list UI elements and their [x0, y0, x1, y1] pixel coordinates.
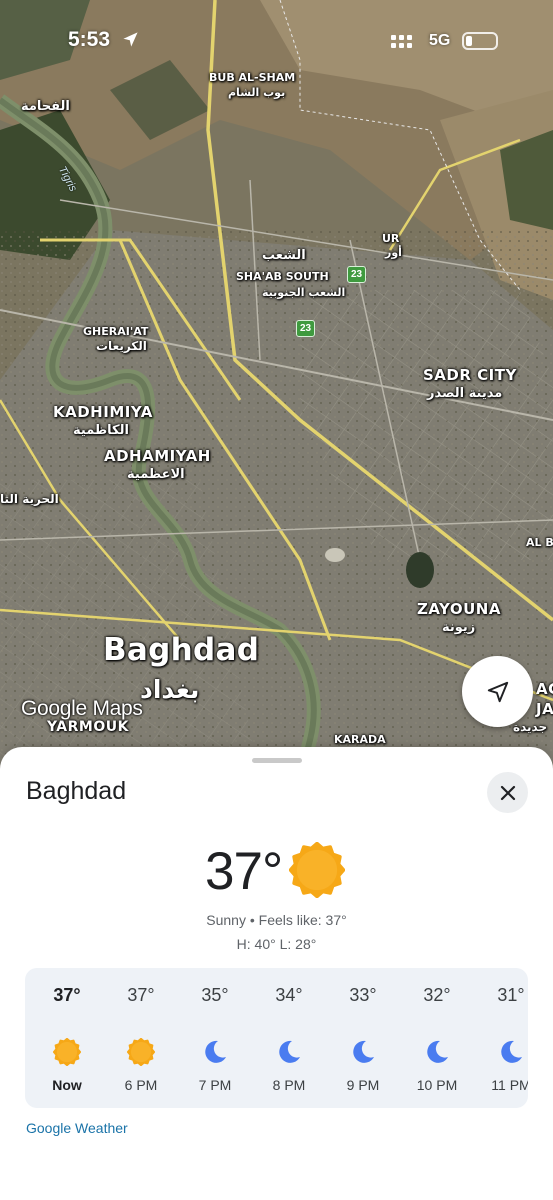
map-label-kadhimiya: KADHIMIYA	[53, 403, 153, 421]
map-label-sadr-city-ar: مدينة الصدر	[427, 386, 503, 401]
map-label-adhamiyah-ar: الاعظمية	[127, 467, 185, 482]
map-label-zayouna: ZAYOUNA	[417, 600, 501, 618]
map-label-baghdad: Baghdad	[103, 632, 260, 668]
map-label-adhamiyah: ADHAMIYAH	[104, 447, 211, 465]
hourly-time: 9 PM	[346, 1077, 380, 1093]
map-label-ur: UR	[382, 232, 400, 245]
map-label-kadhimiya-ar: الكاظمية	[73, 423, 129, 438]
hourly-item: 34° 8 PM	[254, 968, 324, 1108]
hourly-temp: 34°	[275, 985, 303, 1005]
hourly-temp: 33°	[349, 985, 377, 1005]
close-button[interactable]	[487, 772, 528, 813]
battery-icon	[462, 32, 498, 50]
map-label-edge-ag: AG	[536, 680, 553, 698]
hourly-temp: 31°	[497, 985, 525, 1005]
hourly-item: 32° 10 PM	[402, 968, 472, 1108]
hourly-forecast-card[interactable]: 37° Now 37° 6 PM 35° 7 PM 34° 8 PM 33° 9…	[25, 968, 528, 1108]
hourly-temp: 32°	[423, 985, 451, 1005]
map-label-shaab-south-ar: الشعب الجنوبية	[262, 286, 346, 299]
close-icon	[500, 785, 515, 800]
hourly-temp: 35°	[201, 985, 229, 1005]
cellular-signal-icon	[391, 35, 412, 48]
high-low-temperature: H: 40° L: 28°	[236, 936, 317, 952]
battery-level	[466, 36, 472, 46]
satellite-map[interactable]: BUB AL-SHAM بوب الشام الفحامة Tigris الش…	[0, 0, 553, 780]
map-label-ur-ar: أور	[385, 246, 402, 259]
map-label-zayouna-ar: زيونة	[442, 620, 476, 635]
map-label-gherai-at-ar: الكريعات	[96, 339, 147, 353]
google-weather-link[interactable]: Google Weather	[26, 1120, 128, 1136]
sun-icon	[289, 842, 345, 898]
map-label-bub-al-sham: BUB AL-SHAM	[209, 71, 296, 84]
hourly-temp: 37°	[53, 985, 81, 1005]
moon-icon	[501, 1040, 522, 1063]
hourly-time: 10 PM	[416, 1077, 458, 1093]
map-label-fahama-ar: الفحامة	[21, 99, 70, 114]
hourly-time: 6 PM	[124, 1077, 158, 1093]
map-label-edge-ar: جديدة	[513, 720, 548, 734]
map-label-al-b: AL B	[526, 536, 553, 549]
sun-icon	[127, 1038, 155, 1066]
current-temperature: 37°	[205, 842, 283, 901]
map-label-shaab-ar: الشعب	[262, 248, 306, 263]
hourly-item: 37° Now	[32, 968, 102, 1108]
route-shield-23: 23	[296, 320, 315, 337]
route-shield-23: 23	[347, 266, 366, 283]
moon-icon	[279, 1040, 300, 1063]
map-label-baghdad-ar: بغداد	[140, 675, 200, 704]
screen: BUB AL-SHAM بوب الشام الفحامة Tigris الش…	[0, 0, 553, 1200]
hourly-time: Now	[52, 1077, 82, 1093]
hourly-time: 8 PM	[272, 1077, 306, 1093]
map-label-hurriya-ar: الحرية الثا	[0, 492, 59, 506]
hourly-item: 33° 9 PM	[328, 968, 398, 1108]
map-label-bub-al-sham-ar: بوب الشام	[228, 86, 286, 99]
moon-icon	[205, 1040, 226, 1063]
hourly-time: 11 PM	[491, 1077, 528, 1093]
hourly-item: 35° 7 PM	[180, 968, 250, 1108]
map-label-shaab-south: SHA'AB SOUTH	[236, 270, 329, 283]
drag-handle[interactable]	[252, 758, 302, 763]
place-title: Baghdad	[26, 777, 127, 805]
weather-bottom-sheet: Baghdad 37° Sunny • Feels like: 37° H: 4…	[0, 747, 553, 1200]
map-label-gherai-at: GHERAI'AT	[83, 325, 149, 338]
hourly-item: 37° 6 PM	[106, 968, 176, 1108]
moon-icon	[353, 1040, 374, 1063]
map-label-sadr-city: SADR CITY	[423, 366, 517, 384]
map-label-edge-ja: JA	[536, 700, 553, 718]
google-maps-logo: Google Maps	[21, 697, 143, 720]
hourly-item: 31° 11 PM	[476, 968, 528, 1108]
hourly-time: 7 PM	[198, 1077, 232, 1093]
map-label-yarmouk: YARMOUK	[47, 719, 129, 735]
network-type: 5G	[429, 32, 451, 49]
location-arrow-icon	[123, 32, 138, 47]
condition-feels-like: Sunny • Feels like: 37°	[206, 912, 347, 928]
recenter-location-button[interactable]	[462, 656, 533, 727]
moon-icon	[427, 1040, 448, 1063]
navigation-arrow-icon	[487, 681, 508, 702]
status-time: 5:53	[68, 28, 111, 51]
hourly-temp: 37°	[127, 985, 155, 1005]
map-label-karada: KARADA	[334, 733, 386, 746]
sun-icon	[53, 1038, 81, 1066]
